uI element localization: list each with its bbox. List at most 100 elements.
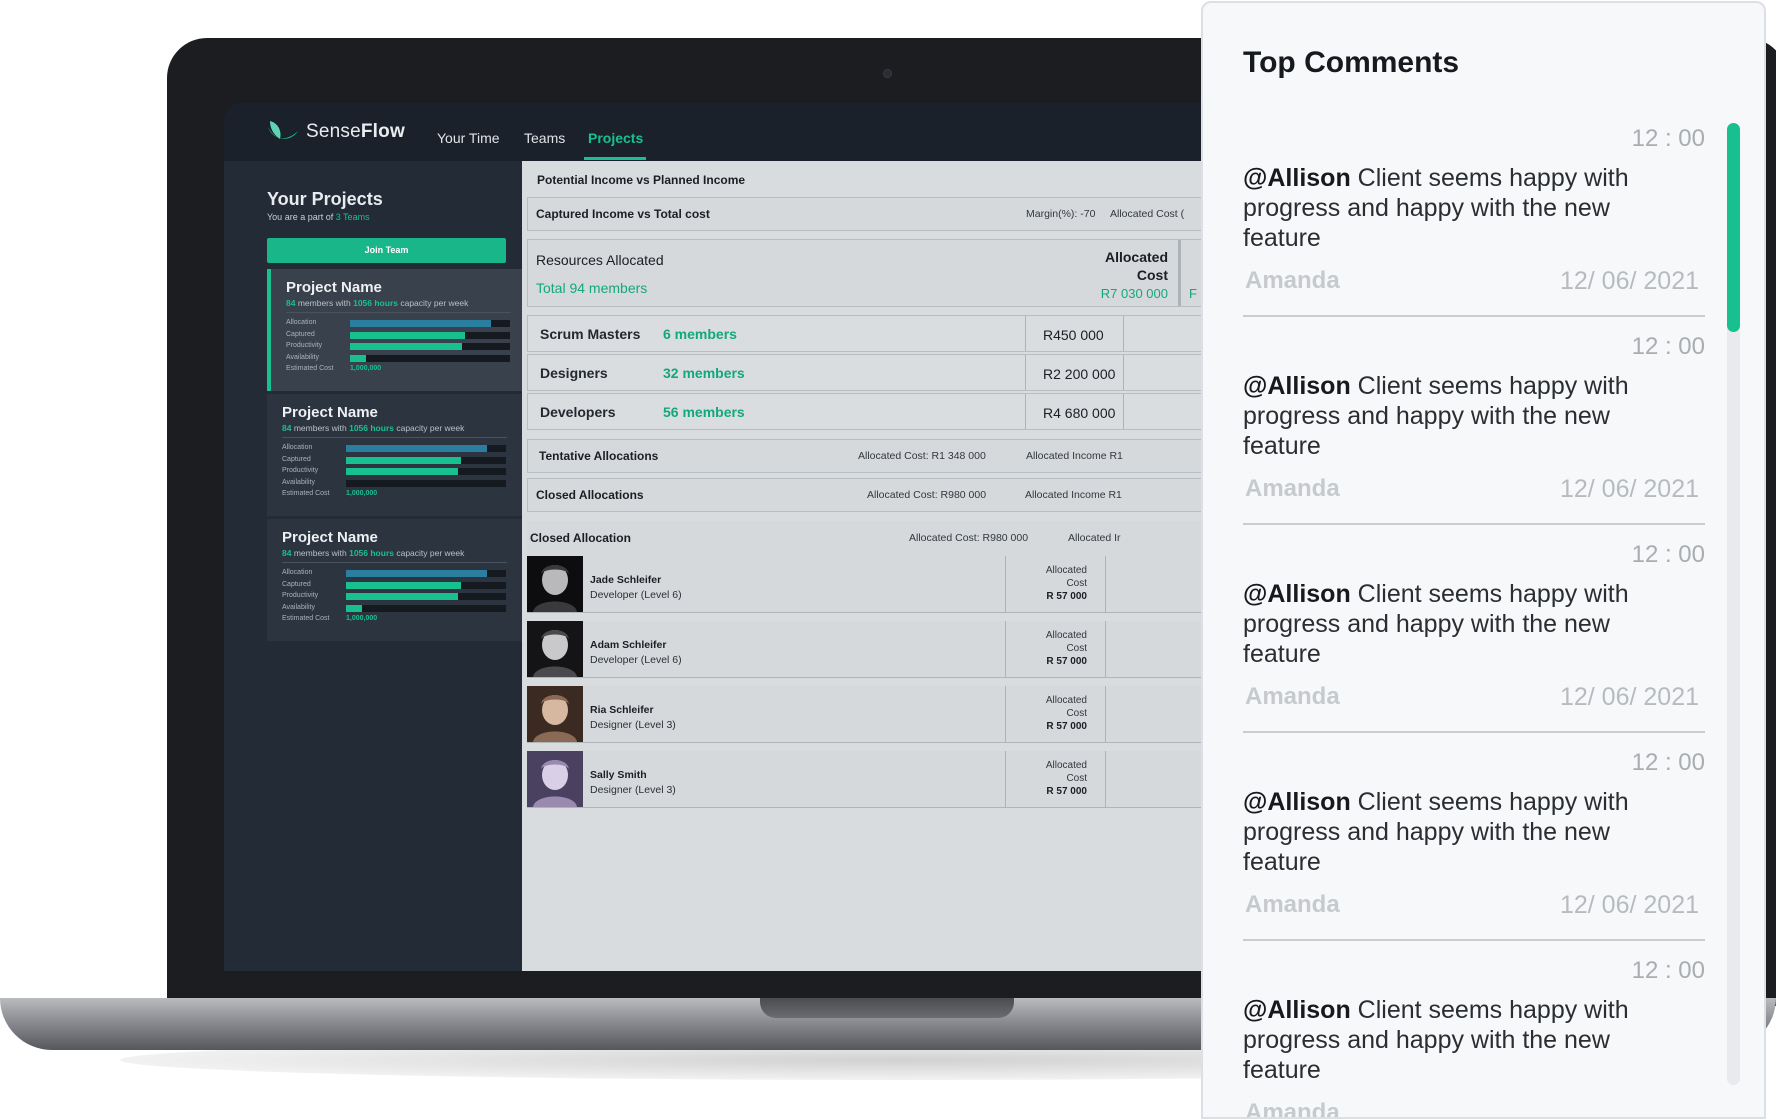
project-card[interactable]: Project Name 84 members with 1056 hours c… — [267, 394, 522, 516]
closed-allocation-title: Closed Allocation — [530, 531, 631, 545]
comment-item[interactable]: 12 : 00 @Allison Client seems happy with … — [1243, 119, 1705, 327]
person-cost: Allocated Cost R 57 000 — [1045, 565, 1087, 602]
metric-bar — [350, 320, 510, 327]
metric-bar — [346, 570, 506, 577]
metric-label: Productivity — [282, 467, 319, 474]
panel-title: Top Comments — [1243, 46, 1460, 79]
divider — [1005, 621, 1006, 678]
comment-mention[interactable]: @Allison — [1243, 164, 1351, 192]
role-cost: R450 000 — [1043, 327, 1104, 343]
closed-allocation-cost: Allocated Cost: R980 000 — [909, 532, 1029, 544]
comment-time: 12 : 00 — [1631, 541, 1705, 568]
comment-mention[interactable]: @Allison — [1243, 372, 1351, 400]
comment-time: 12 : 00 — [1631, 749, 1705, 776]
metric-bar — [350, 332, 510, 339]
comment-mention[interactable]: @Allison — [1243, 996, 1351, 1024]
scrollbar-thumb[interactable] — [1727, 123, 1740, 332]
divider — [1025, 316, 1026, 351]
metric-label: Productivity — [286, 342, 323, 349]
comment-item[interactable]: 12 : 00 @Allison Client seems happy with … — [1243, 743, 1705, 951]
person-role: Designer (Level 3) — [590, 719, 676, 731]
role-name: Scrum Masters — [540, 326, 641, 342]
divider — [1243, 939, 1705, 941]
comment-text: @Allison Client seems happy with progres… — [1243, 996, 1629, 1084]
tentative-cost: Allocated Cost: R1 348 000 — [858, 450, 986, 462]
project-name: Project Name — [282, 529, 378, 546]
divider — [1243, 523, 1705, 525]
divider — [1123, 394, 1124, 429]
project-card[interactable]: Project Name 84 members with 1056 hours c… — [267, 519, 522, 641]
metric-bar — [350, 343, 510, 350]
role-cost: R2 200 000 — [1043, 366, 1116, 382]
captured-title: Captured Income vs Total cost — [536, 207, 710, 221]
role-name: Designers — [540, 365, 608, 381]
margin-value: Margin(%): -70 — [1026, 208, 1096, 220]
divider — [1243, 731, 1705, 733]
person-role: Developer (Level 6) — [590, 654, 682, 666]
role-member-count: 56 members — [663, 404, 745, 420]
resources-title: Resources Allocated — [536, 252, 664, 268]
metric-label: Estimated Cost — [286, 365, 334, 372]
logo[interactable]: SenseFlow — [266, 119, 405, 145]
person-role: Designer (Level 3) — [590, 784, 676, 796]
metric-label: Productivity — [282, 592, 319, 599]
comment-mention[interactable]: @Allison — [1243, 580, 1351, 608]
comment-mention[interactable]: @Allison — [1243, 788, 1351, 816]
person-name: Ria Schleifer — [590, 704, 654, 716]
nav-projects[interactable]: Projects — [588, 130, 643, 146]
marketing-mockup: SenseFlow Your Time Teams Projects Your … — [0, 0, 1776, 1119]
project-capacity: 84 members with 1056 hours capacity per … — [286, 298, 469, 308]
join-team-button[interactable]: Join Team — [267, 238, 506, 263]
nav-your-time[interactable]: Your Time — [437, 130, 500, 146]
metric-bar — [346, 480, 506, 487]
estimated-cost-value: 1,000,000 — [346, 490, 378, 497]
divider — [1105, 751, 1106, 808]
person-name: Adam Schleifer — [590, 639, 667, 651]
teams-link[interactable]: 3 Teams — [336, 212, 370, 222]
comment-time: 12 : 00 — [1631, 125, 1705, 152]
comment-date: 12/ 06/ 2021 — [1559, 683, 1699, 711]
comment-author: Amanda — [1245, 683, 1340, 710]
avatar — [527, 686, 583, 742]
logo-text: SenseFlow — [306, 121, 405, 142]
divider — [1005, 686, 1006, 743]
nav-teams[interactable]: Teams — [524, 130, 565, 146]
sidebar-subtitle: You are a part of 3 Teams — [267, 212, 370, 222]
avatar — [527, 621, 583, 677]
comment-item[interactable]: 12 : 00 @Allison Client seems happy with … — [1243, 951, 1705, 1117]
divider — [1025, 355, 1026, 390]
comment-item[interactable]: 12 : 00 @Allison Client seems happy with … — [1243, 535, 1705, 743]
comment-text: @Allison Client seems happy with progres… — [1243, 580, 1629, 668]
comment-author: Amanda — [1245, 891, 1340, 918]
divider — [1025, 394, 1026, 429]
project-card[interactable]: Project Name 84 members with 1056 hours c… — [267, 269, 522, 391]
metric-label: Estimated Cost — [282, 615, 330, 622]
resources-total: Total 94 members — [536, 280, 648, 296]
metric-label: Allocation — [282, 444, 313, 451]
closed-income: Allocated Income R1 — [1025, 489, 1122, 501]
laptop-notch — [760, 998, 1014, 1018]
sidebar: Your Projects You are a part of 3 Teams … — [224, 161, 522, 971]
metric-label: Allocation — [282, 569, 313, 576]
person-role: Developer (Level 6) — [590, 589, 682, 601]
project-capacity: 84 members with 1056 hours capacity per … — [282, 423, 465, 433]
comment-text: @Allison Client seems happy with progres… — [1243, 372, 1629, 460]
divider — [1178, 240, 1181, 306]
comment-text: @Allison Client seems happy with progres… — [1243, 164, 1629, 252]
person-cost: Allocated Cost R 57 000 — [1045, 760, 1087, 797]
metric-bar — [350, 355, 510, 362]
closed-title: Closed Allocations — [536, 488, 644, 502]
project-name: Project Name — [282, 404, 378, 421]
person-name: Jade Schleifer — [590, 574, 662, 586]
resources-trail: F — [1189, 286, 1197, 301]
divider — [286, 312, 511, 313]
metric-label: Estimated Cost — [282, 490, 330, 497]
metric-label: Availability — [282, 604, 315, 611]
comment-time: 12 : 00 — [1631, 333, 1705, 360]
tentative-title: Tentative Allocations — [539, 449, 659, 463]
person-cost: Allocated Cost R 57 000 — [1045, 630, 1087, 667]
metric-label: Availability — [282, 479, 315, 486]
divider — [1123, 355, 1124, 390]
comment-text: @Allison Client seems happy with progres… — [1243, 788, 1629, 876]
comment-item[interactable]: 12 : 00 @Allison Client seems happy with … — [1243, 327, 1705, 535]
